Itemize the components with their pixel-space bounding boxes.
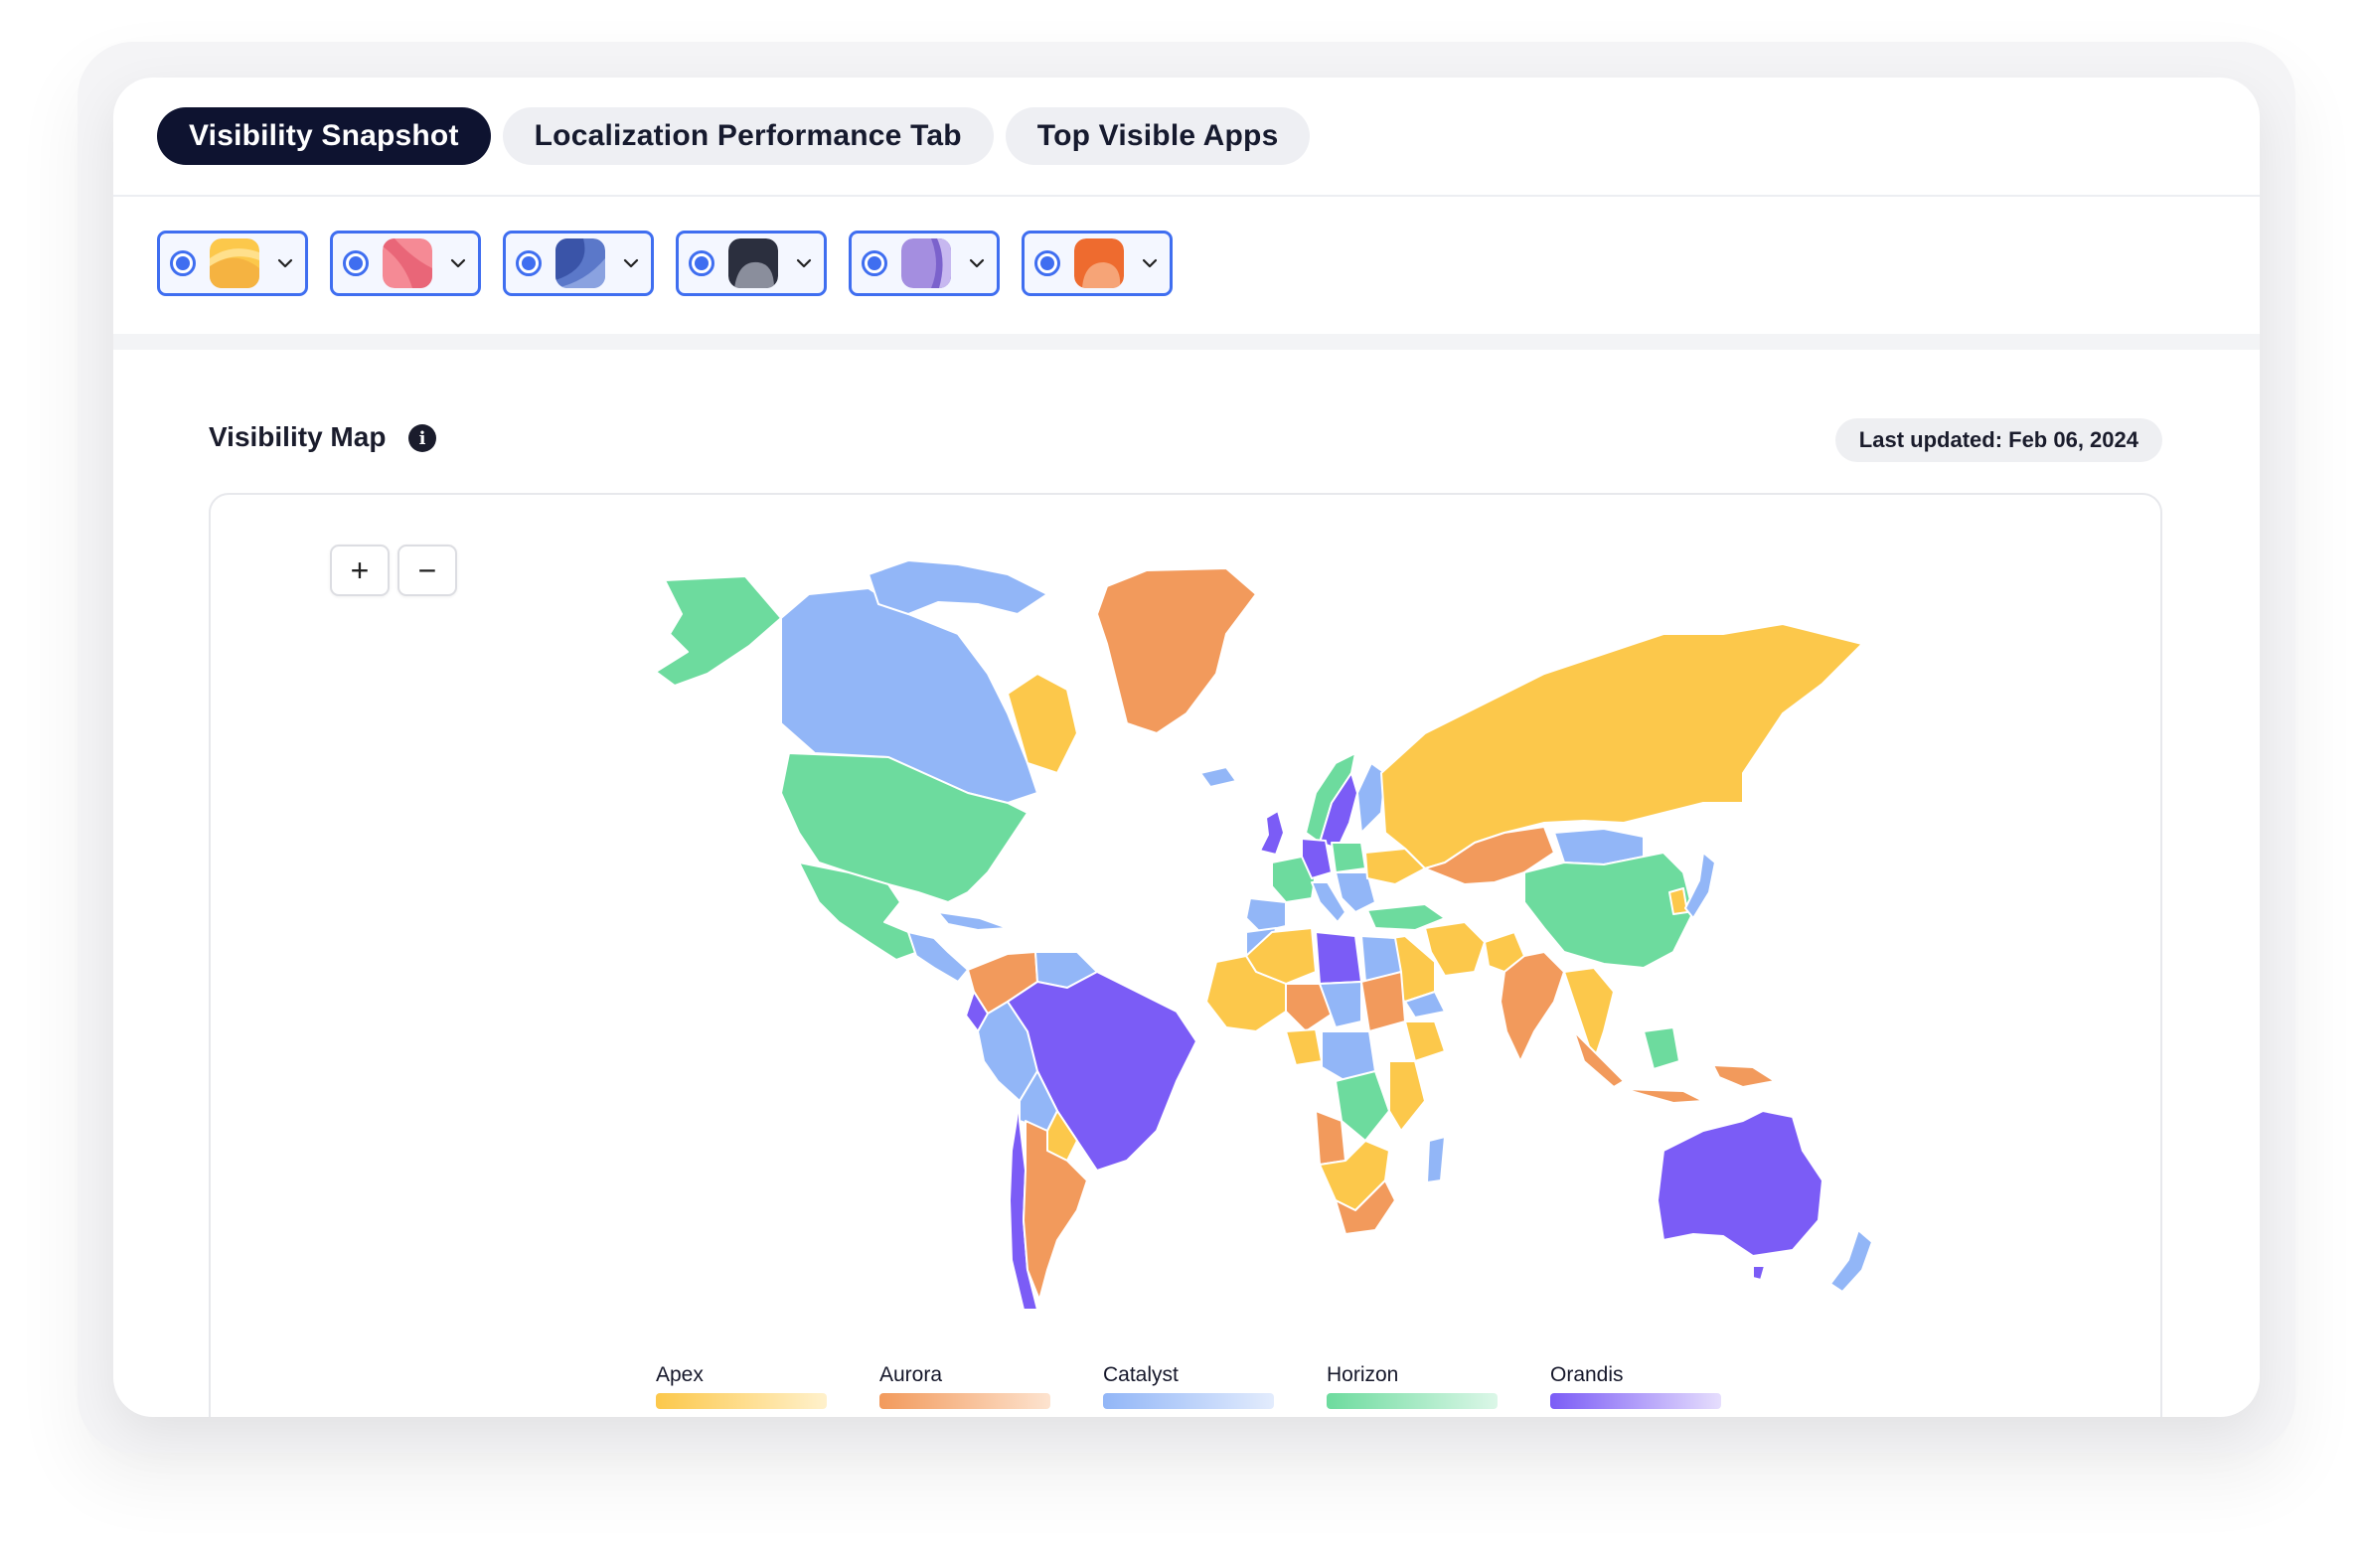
legend-catalyst: Catalyst 100 50 25 0 [1103,1363,1274,1417]
region-alaska [655,575,782,687]
region-java [1623,1088,1704,1104]
legend-label: Orandis [1550,1363,1624,1386]
legend-apex: Apex 100 50 25 0 [656,1363,827,1417]
region-korea [1668,887,1688,915]
region-arctic-islands [868,559,1048,615]
legend-aurora: Aurora 100 50 25 0 [879,1363,1050,1417]
legend-label: Apex [656,1363,704,1386]
region-poland [1331,842,1366,873]
region-sudan [1360,971,1406,1032]
legend-gradient [1103,1393,1274,1409]
legend-orandis: Orandis 100 50 25 0 [1550,1363,1721,1417]
legend-gradient [1327,1393,1498,1409]
region-iceland [1199,766,1237,788]
region-borneo [1643,1026,1680,1070]
region-australia [1657,1110,1823,1257]
legend-label: Catalyst [1103,1363,1179,1386]
legend-gradient [656,1393,827,1409]
legend-label: Aurora [879,1363,943,1386]
region-nigeria [1285,1028,1323,1066]
region-libya [1315,931,1362,985]
region-cuba [937,911,1009,931]
region-madagascar [1426,1136,1446,1183]
region-china [1523,852,1694,969]
world-map[interactable] [113,78,2260,1417]
region-iberia [1245,897,1287,933]
region-drc [1335,1070,1390,1142]
region-japan [1684,852,1716,919]
legend-horizon: Horizon 100 50 25 0 [1327,1363,1498,1417]
region-tasmania [1752,1265,1766,1281]
region-new-guinea [1712,1064,1776,1088]
legend-gradient [1550,1393,1721,1409]
legend-gradient [879,1393,1050,1409]
region-india [1500,951,1565,1062]
dashboard-card: Visibility Snapshot Localization Perform… [113,78,2260,1417]
region-uk [1259,810,1285,856]
region-ethiopia [1404,1020,1446,1062]
legend-label: Horizon [1327,1363,1399,1386]
region-east-africa [1388,1060,1426,1132]
region-greenland [1096,567,1257,734]
region-new-zealand [1829,1229,1873,1293]
region-central-america [907,931,969,983]
